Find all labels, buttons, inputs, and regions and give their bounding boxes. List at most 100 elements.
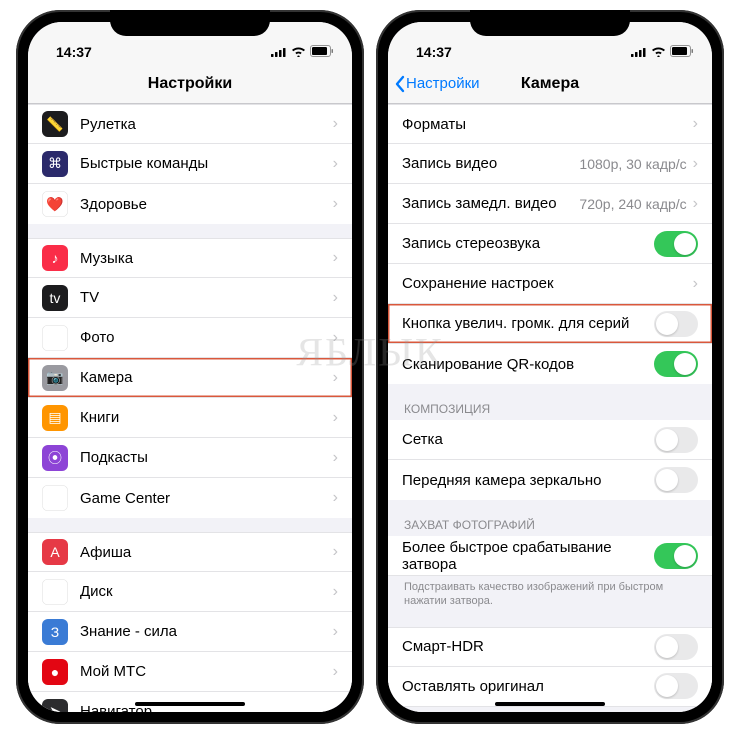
toggle-knob xyxy=(656,313,678,335)
group-header: КОМПОЗИЦИЯ xyxy=(388,398,712,420)
settings-row[interactable]: Передняя камера зеркально xyxy=(388,460,712,500)
settings-row[interactable]: Сохранение настроек› xyxy=(388,264,712,304)
settings-row-камера[interactable]: 📷 Камера› xyxy=(28,358,352,398)
settings-row-рулетка[interactable]: 📏Рулетка› xyxy=(28,104,352,144)
settings-row[interactable]: Более быстрое срабатывание затвора xyxy=(388,536,712,576)
settings-row[interactable]: Запись замедл. видео720p, 240 кадр/с› xyxy=(388,184,712,224)
row-label: Запись замедл. видео xyxy=(402,195,579,212)
toggle-knob xyxy=(674,353,696,375)
toggle-knob xyxy=(656,429,678,451)
chevron-right-icon: › xyxy=(333,155,338,173)
home-indicator[interactable] xyxy=(135,702,245,706)
signal-icon xyxy=(631,44,647,60)
app-icon: 📷 xyxy=(42,365,68,391)
status-icons xyxy=(271,44,334,60)
settings-row[interactable]: Кнопка увелич. громк. для серий xyxy=(388,304,712,344)
chevron-right-icon: › xyxy=(333,195,338,213)
settings-row[interactable]: Оставлять оригинал xyxy=(388,667,712,707)
chevron-right-icon: › xyxy=(693,275,698,293)
toggle-switch[interactable] xyxy=(654,673,698,699)
settings-row-знание---сила[interactable]: ЗЗнание - сила› xyxy=(28,612,352,652)
status-icons xyxy=(631,44,694,60)
app-icon: ❤️ xyxy=(42,191,68,217)
row-label: Рулетка xyxy=(80,116,333,133)
row-label: Знание - сила xyxy=(80,623,333,640)
settings-row-фото[interactable]: ❀Фото› xyxy=(28,318,352,358)
chevron-right-icon: › xyxy=(333,329,338,347)
settings-row-подкасты[interactable]: ⦿Подкасты› xyxy=(28,438,352,478)
settings-row-афиша[interactable]: AАфиша› xyxy=(28,532,352,572)
row-detail: 720p, 240 кадр/с xyxy=(579,196,686,212)
row-label: Запись стереозвука xyxy=(402,235,654,252)
toggle-switch[interactable] xyxy=(654,231,698,257)
settings-row[interactable]: Сетка xyxy=(388,420,712,460)
settings-row-tv[interactable]: tvTV› xyxy=(28,278,352,318)
row-label: Передняя камера зеркально xyxy=(402,472,654,489)
app-icon: ○ xyxy=(42,579,68,605)
chevron-right-icon: › xyxy=(333,703,338,713)
row-label: Подкасты xyxy=(80,449,333,466)
settings-row-game-center[interactable]: ◉Game Center› xyxy=(28,478,352,518)
settings-row-быстрые-команды[interactable]: ⌘Быстрые команды› xyxy=(28,144,352,184)
row-label: Быстрые команды xyxy=(80,155,333,172)
app-icon: ♪ xyxy=(42,245,68,271)
settings-row-здоровье[interactable]: ❤️ Здоровье› xyxy=(28,184,352,224)
toggle-switch[interactable] xyxy=(654,311,698,337)
back-button[interactable]: Настройки xyxy=(394,75,480,93)
wifi-icon xyxy=(651,44,666,60)
app-icon: ➤ xyxy=(42,699,68,713)
nav-title: Камера xyxy=(521,75,579,93)
settings-row-книги[interactable]: ▤Книги› xyxy=(28,398,352,438)
row-label: Смарт-HDR xyxy=(402,638,654,655)
battery-icon xyxy=(310,44,334,60)
settings-list[interactable]: 📏Рулетка›⌘Быстрые команды›❤️Здоровье›♪Му… xyxy=(28,104,352,712)
row-label: Сохранение настроек xyxy=(402,275,693,292)
back-label: Настройки xyxy=(406,75,480,92)
row-label: Сканирование QR-кодов xyxy=(402,356,654,373)
toggle-switch[interactable] xyxy=(654,351,698,377)
toggle-switch[interactable] xyxy=(654,427,698,453)
group-footer: Смарт-HDR смешивает лучшие фрагменты тре… xyxy=(388,707,712,712)
app-icon: ▤ xyxy=(42,405,68,431)
chevron-right-icon: › xyxy=(693,155,698,173)
home-indicator[interactable] xyxy=(495,702,605,706)
row-label: Здоровье xyxy=(80,196,333,213)
chevron-right-icon: › xyxy=(333,369,338,387)
signal-icon xyxy=(271,44,287,60)
group-header: ЗАХВАТ ФОТОГРАФИЙ xyxy=(388,514,712,536)
chevron-right-icon: › xyxy=(333,623,338,641)
notch xyxy=(470,10,630,36)
toggle-knob xyxy=(656,636,678,658)
settings-row[interactable]: Запись стереозвука xyxy=(388,224,712,264)
chevron-right-icon: › xyxy=(333,489,338,507)
status-time: 14:37 xyxy=(416,44,452,60)
settings-row[interactable]: Запись видео1080p, 30 кадр/с› xyxy=(388,144,712,184)
settings-row[interactable]: Форматы› xyxy=(388,104,712,144)
toggle-switch[interactable] xyxy=(654,634,698,660)
settings-row[interactable]: Смарт-HDR xyxy=(388,627,712,667)
row-label: Оставлять оригинал xyxy=(402,678,654,695)
app-icon: ❀ xyxy=(42,325,68,351)
screen: 14:37 Настройки Камера Форматы›Запись ви… xyxy=(388,22,712,712)
toggle-switch[interactable] xyxy=(654,467,698,493)
camera-settings-list[interactable]: Форматы›Запись видео1080p, 30 кадр/с›Зап… xyxy=(388,104,712,712)
settings-row-мой-мтс[interactable]: ●Мой МТС› xyxy=(28,652,352,692)
row-label: Мой МТС xyxy=(80,663,333,680)
chevron-right-icon: › xyxy=(333,289,338,307)
toggle-switch[interactable] xyxy=(654,543,698,569)
row-label: Сетка xyxy=(402,431,654,448)
nav-title: Настройки xyxy=(148,75,232,93)
wifi-icon xyxy=(291,44,306,60)
row-label: Камера xyxy=(80,369,333,386)
row-label: Диск xyxy=(80,583,333,600)
row-label: Музыка xyxy=(80,250,333,267)
row-label: Форматы xyxy=(402,116,693,133)
settings-row-диск[interactable]: ○Диск› xyxy=(28,572,352,612)
chevron-right-icon: › xyxy=(333,543,338,561)
status-time: 14:37 xyxy=(56,44,92,60)
app-icon: ● xyxy=(42,659,68,685)
row-label: Книги xyxy=(80,409,333,426)
settings-row[interactable]: Сканирование QR-кодов xyxy=(388,344,712,384)
settings-row-музыка[interactable]: ♪Музыка› xyxy=(28,238,352,278)
row-label: Афиша xyxy=(80,544,333,561)
